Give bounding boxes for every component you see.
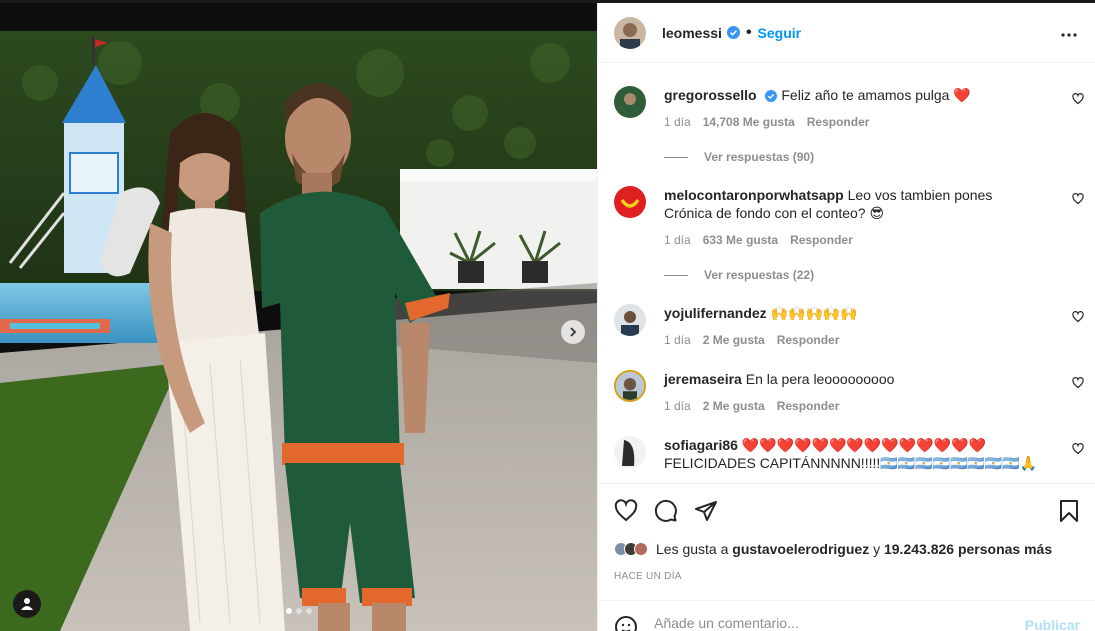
- view-replies-label: Ver respuestas (22): [704, 268, 815, 282]
- like-comment-button[interactable]: [1072, 192, 1084, 210]
- comment-icon: [654, 499, 677, 522]
- view-replies-label: Ver respuestas (90): [704, 150, 815, 164]
- post-actions-bar: [598, 483, 1095, 543]
- likes-prefix: Les gusta a: [656, 541, 729, 557]
- heart-icon: [1072, 443, 1084, 455]
- comment-body: sofiagari86 ❤️❤️❤️❤️❤️❤️❤️❤️❤️❤️❤️❤️❤️❤️…: [664, 436, 1054, 472]
- comment-body: melocontaronporwhatsapp Leo vos tambien …: [664, 186, 1024, 222]
- comment-likes[interactable]: 633 Me gusta: [703, 233, 778, 247]
- comment-input[interactable]: [654, 615, 1014, 631]
- publish-button[interactable]: Publicar: [1025, 617, 1080, 631]
- commenter-avatar[interactable]: [614, 436, 646, 468]
- replies-divider: [664, 156, 688, 158]
- comment-username[interactable]: yojulifernandez: [664, 305, 767, 321]
- liker-avatar: [634, 542, 648, 556]
- commenter-avatar[interactable]: [614, 304, 646, 336]
- share-button[interactable]: [694, 499, 718, 528]
- comment-text: 🙌🙌🙌🙌🙌: [770, 305, 858, 321]
- comment-likes[interactable]: 2 Me gusta: [703, 333, 765, 347]
- heart-icon: [1072, 93, 1084, 105]
- author-username[interactable]: leomessi: [662, 25, 722, 41]
- commenter-avatar[interactable]: [614, 370, 646, 402]
- carousel-dot: [306, 608, 312, 614]
- comment-time[interactable]: 1 día: [664, 333, 691, 347]
- view-replies-button[interactable]: Ver respuestas (22): [664, 268, 814, 282]
- header-separator: •: [745, 23, 752, 41]
- view-replies-button[interactable]: Ver respuestas (90): [664, 150, 814, 164]
- heart-icon: [1072, 311, 1084, 323]
- more-options-button[interactable]: [1060, 25, 1078, 43]
- tag-user-icon: [21, 598, 33, 610]
- post-photo[interactable]: [0, 3, 597, 631]
- heart-icon: [1072, 377, 1084, 389]
- replies-divider: [664, 274, 688, 276]
- carousel-dot: [286, 608, 292, 614]
- commenter-avatar[interactable]: [614, 86, 646, 118]
- commenter-avatar[interactable]: [614, 186, 646, 218]
- avatar-image: [614, 16, 646, 49]
- comment-time[interactable]: 1 día: [664, 233, 691, 247]
- comment-time[interactable]: 1 día: [664, 399, 691, 413]
- chevron-right-icon: [570, 327, 577, 337]
- instagram-post-window: leomessi • Seguir gregorossello Feliz añ…: [0, 0, 1095, 631]
- likes-text: Les gusta a gustavoelerodriguez y 19.243…: [656, 541, 1052, 557]
- comment-text: En la pera leooooooooo: [745, 371, 895, 387]
- reply-button[interactable]: Responder: [777, 333, 840, 347]
- comment-username[interactable]: melocontaronporwhatsapp: [664, 187, 844, 203]
- comment-text: Feliz año te amamos pulga ❤️: [781, 87, 971, 103]
- comment-body: gregorossello Feliz año te amamos pulga …: [664, 86, 1024, 104]
- like-comment-button[interactable]: [1072, 92, 1084, 110]
- tagged-users-button[interactable]: [13, 590, 41, 618]
- save-button[interactable]: [1058, 499, 1080, 528]
- like-comment-button[interactable]: [1072, 376, 1084, 394]
- carousel-indicator: [286, 608, 312, 614]
- comment-likes[interactable]: 14,708 Me gusta: [703, 115, 795, 129]
- likes-user[interactable]: gustavoelerodriguez: [732, 541, 869, 557]
- share-icon: [695, 501, 717, 521]
- emoji-icon: [615, 616, 637, 631]
- comments-list[interactable]: gregorossello Feliz año te amamos pulga …: [598, 64, 1095, 482]
- heart-icon: [1072, 193, 1084, 205]
- emoji-button[interactable]: [614, 615, 638, 631]
- comment-likes[interactable]: 2 Me gusta: [703, 399, 765, 413]
- comment-meta: 1 día 14,708 Me gusta Responder: [664, 115, 869, 129]
- comment-button[interactable]: [654, 499, 678, 528]
- likes-connector: y: [873, 541, 881, 557]
- more-options-icon: [1061, 33, 1077, 37]
- comment-username[interactable]: jeremaseira: [664, 371, 742, 387]
- verified-icon: [726, 26, 740, 39]
- reply-button[interactable]: Responder: [790, 233, 853, 247]
- comment-body: jeremaseira En la pera leooooooooo: [664, 370, 1024, 388]
- comment-body: yojulifernandez 🙌🙌🙌🙌🙌: [664, 304, 1024, 322]
- verified-icon: [765, 90, 778, 103]
- comment-meta: 1 día 633 Me gusta Responder: [664, 233, 853, 247]
- add-comment-bar: Publicar: [598, 600, 1095, 631]
- post-details-panel: leomessi • Seguir gregorossello Feliz añ…: [597, 3, 1095, 631]
- like-post-button[interactable]: [614, 499, 638, 528]
- bookmark-icon: [1060, 500, 1078, 522]
- follow-button[interactable]: Seguir: [758, 25, 802, 41]
- author-avatar[interactable]: [614, 16, 646, 49]
- likes-others[interactable]: 19.243.826 personas más: [884, 541, 1052, 557]
- post-header: leomessi • Seguir: [598, 3, 1095, 63]
- comment-meta: 1 día 2 Me gusta Responder: [664, 399, 839, 413]
- comment-username[interactable]: gregorossello: [664, 87, 757, 103]
- likes-summary[interactable]: Les gusta a gustavoelerodriguez y 19.243…: [614, 541, 1052, 557]
- comment-username[interactable]: sofiagari86: [664, 437, 738, 453]
- carousel-dot: [296, 608, 302, 614]
- next-photo-button[interactable]: [561, 320, 585, 344]
- post-timestamp[interactable]: HACE UN DÍA: [614, 571, 682, 582]
- heart-icon: [614, 499, 638, 522]
- comment-time[interactable]: 1 día: [664, 115, 691, 129]
- photo-illustration: [0, 3, 597, 631]
- like-comment-button[interactable]: [1072, 310, 1084, 328]
- comment-meta: 1 día 2 Me gusta Responder: [664, 333, 839, 347]
- reply-button[interactable]: Responder: [777, 399, 840, 413]
- reply-button[interactable]: Responder: [807, 115, 870, 129]
- like-comment-button[interactable]: [1072, 442, 1084, 460]
